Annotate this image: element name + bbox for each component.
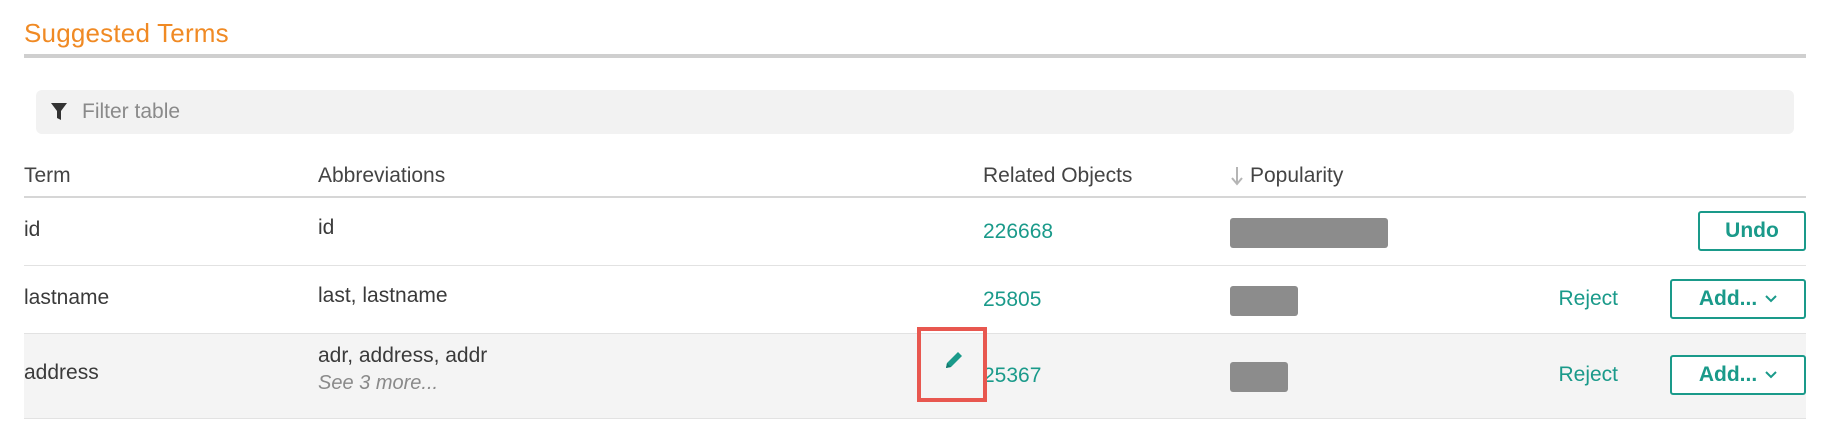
abbreviations-cell: last, lastname: [318, 284, 448, 307]
column-header-related-objects[interactable]: Related Objects: [983, 164, 1132, 188]
pencil-icon[interactable]: [943, 349, 965, 371]
add-button-label: Add...: [1698, 287, 1758, 310]
title-divider: [24, 54, 1806, 58]
add-button-label: Add...: [1698, 363, 1758, 386]
column-header-popularity-label: Popularity: [1250, 164, 1344, 187]
section-title: Suggested Terms: [24, 18, 229, 48]
reject-button[interactable]: Reject: [1558, 363, 1618, 387]
related-objects-cell: 25367: [983, 364, 1041, 388]
filter-bar: [36, 90, 1794, 134]
terms-table: Term Abbreviations Related Objects Popul…: [24, 158, 1806, 419]
abbreviations-text: adr, address, addr: [318, 344, 488, 367]
popularity-bar: [1230, 286, 1298, 316]
arrow-down-icon: [1230, 166, 1244, 186]
reject-button[interactable]: Reject: [1558, 287, 1618, 311]
abbreviations-cell: adr, address, addr See 3 more...: [318, 344, 487, 395]
table-row: address adr, address, addr See 3 more...…: [24, 334, 1806, 419]
column-header-abbreviations[interactable]: Abbreviations: [318, 164, 445, 188]
term-cell: address: [24, 361, 99, 384]
related-objects-cell: 226668: [983, 220, 1053, 244]
table-header: Term Abbreviations Related Objects Popul…: [24, 158, 1806, 198]
table-row: lastname last, lastname 25805 Reject Add…: [24, 266, 1806, 334]
abbreviations-cell: id: [318, 216, 335, 239]
suggested-terms-page: Suggested Terms Term Abbreviations Relat…: [0, 0, 1824, 428]
related-objects-cell: 25805: [983, 288, 1041, 312]
chevron-down-icon: [1765, 369, 1777, 381]
add-dropdown-button[interactable]: Add...: [1670, 279, 1806, 319]
add-dropdown-button[interactable]: Add...: [1670, 355, 1806, 395]
popularity-cell: [1230, 218, 1388, 248]
column-header-popularity[interactable]: Popularity: [1230, 164, 1343, 188]
filter-input[interactable]: [80, 91, 1684, 133]
term-cell: id: [24, 218, 41, 241]
chevron-down-icon: [1765, 293, 1777, 305]
popularity-cell: [1230, 286, 1298, 316]
popularity-bar: [1230, 218, 1388, 248]
related-objects-link[interactable]: 25367: [983, 364, 1041, 387]
popularity-cell: [1230, 362, 1288, 392]
popularity-bar: [1230, 362, 1288, 392]
column-header-term[interactable]: Term: [24, 164, 71, 188]
filter-icon: [48, 101, 70, 123]
undo-button[interactable]: Undo: [1698, 211, 1806, 251]
table-row: id id 226668 Undo: [24, 198, 1806, 266]
related-objects-link[interactable]: 25805: [983, 288, 1041, 311]
related-objects-link[interactable]: 226668: [983, 220, 1053, 243]
term-cell: lastname: [24, 286, 110, 309]
see-more-link[interactable]: See 3 more...: [318, 372, 487, 395]
